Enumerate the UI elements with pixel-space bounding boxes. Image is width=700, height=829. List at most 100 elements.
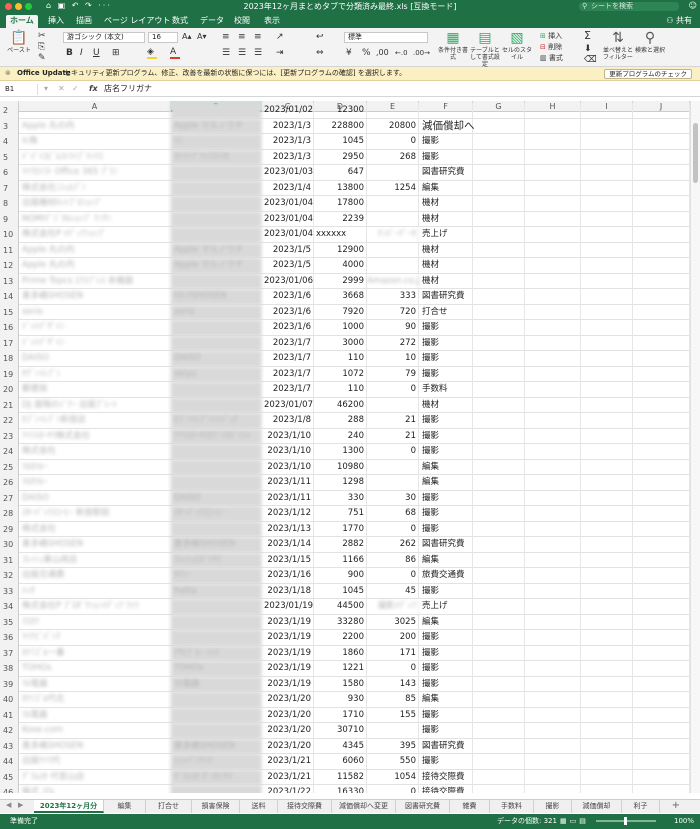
cell-amount[interactable]: 1221 [314,661,367,677]
empty-cell[interactable] [525,227,581,243]
empty-cell[interactable] [473,754,525,770]
cell-amount[interactable]: 12300 [314,103,367,119]
row-header[interactable]: 11 [0,242,19,258]
empty-cell[interactable] [581,769,633,785]
empty-cell[interactable] [525,351,581,367]
tab-home[interactable]: ホーム [6,15,38,28]
empty-cell[interactable] [633,320,690,336]
cell-date[interactable]: 2023/1/3 [262,118,314,134]
cell-date[interactable]: 2023/1/7 [262,351,314,367]
empty-cell[interactable] [473,645,525,661]
empty-cell[interactable] [473,552,525,568]
empty-cell[interactable] [473,614,525,630]
cell-store-furigana[interactable]: Apple マルノウチ [171,258,262,274]
empty-cell[interactable] [525,134,581,150]
cell-date[interactable]: 2023/1/19 [262,645,314,661]
cell-amount[interactable]: 1045 [314,134,367,150]
cell-category[interactable]: 接待交際費 [419,769,473,785]
cell-category[interactable]: 撮影 [419,413,473,429]
cell-amount[interactable]: 2882 [314,537,367,553]
row-header[interactable]: 29 [0,521,19,537]
empty-cell[interactable] [525,614,581,630]
cell-store-name[interactable]: ｶﾅﾐｺﾞﾙ代北 [19,692,171,708]
empty-cell[interactable] [473,320,525,336]
bold-icon[interactable]: B [66,48,73,58]
empty-cell[interactable] [473,242,525,258]
cell-amount[interactable]: 1710 [314,707,367,723]
cell-store-furigana[interactable] [171,785,262,793]
cell-store-name[interactable]: 株式会社P ﾒﾃﾞｨｱｼｮｯﾌﾟ [19,227,171,243]
empty-cell[interactable] [473,351,525,367]
empty-cell[interactable] [581,661,633,677]
row-header[interactable]: 13 [0,273,19,289]
empty-cell[interactable] [581,552,633,568]
row-header[interactable]: 38 [0,661,19,677]
cell-date[interactable]: 2023/1/5 [262,258,314,274]
row-header[interactable]: 18 [0,351,19,367]
cell-store-furigana[interactable]: serio [171,304,262,320]
cell-date[interactable]: 2023/1/13 [262,521,314,537]
cell-store-name[interactable]: ｾｳﾞﾝｲﾚﾌﾞﾝ [19,366,171,382]
row-header[interactable]: 4 [0,134,19,150]
sheet-tab[interactable]: 損害保険 [192,800,240,813]
empty-cell[interactable] [473,134,525,150]
cell-store-furigana[interactable] [171,692,262,708]
cell-date[interactable]: 2023/1/14 [262,537,314,553]
cell-amount[interactable]: 7920 [314,304,367,320]
empty-cell[interactable] [473,227,525,243]
cell-store-furigana[interactable] [171,397,262,413]
cell-store-furigana[interactable] [171,382,262,398]
cell-category[interactable]: 機材 [419,242,473,258]
empty-cell[interactable] [473,103,525,119]
cell-amount[interactable]: 10980 [314,459,367,475]
empty-cell[interactable] [581,521,633,537]
empty-cell[interactable] [525,723,581,739]
row-header[interactable]: 3 [0,118,19,134]
empty-cell[interactable] [633,599,690,615]
cell-tax[interactable] [367,475,419,491]
empty-cell[interactable] [525,692,581,708]
cell-store-name[interactable]: 株式会社ﾆｼｪﾙﾌﾞﾝ [19,180,171,196]
row-header[interactable]: 41 [0,707,19,723]
empty-cell[interactable] [473,382,525,398]
cell-store-name[interactable]: ﾊｯﾀ [19,583,171,599]
page-break-view-icon[interactable]: ▤ [579,817,589,825]
empty-cell[interactable] [633,583,690,599]
cell-amount[interactable]: 11582 [314,769,367,785]
empty-cell[interactable] [633,180,690,196]
cell-date[interactable]: 2023/01/04 [262,211,314,227]
empty-cell[interactable] [633,242,690,258]
normal-view-icon[interactable]: ▦ [560,817,570,825]
cell-store-furigana[interactable] [171,180,262,196]
tab-formulas[interactable]: 数式 [168,15,192,28]
empty-cell[interactable] [633,475,690,491]
share-button[interactable]: ⚇ 共有 [666,15,692,26]
number-format-select[interactable]: 標準 [344,32,428,43]
row-header[interactable]: 39 [0,676,19,692]
cell-category[interactable]: 撮影 [419,645,473,661]
empty-cell[interactable] [525,180,581,196]
cell-store-name[interactable]: Ic株 [19,134,171,150]
cut-icon[interactable]: ✂ [38,31,46,41]
cell-store-name[interactable]: TOHOs [19,661,171,677]
cell-category[interactable]: 編集 [419,180,473,196]
empty-cell[interactable] [525,428,581,444]
sheet-tab[interactable]: 利子 [622,800,660,813]
orientation-icon[interactable]: ↗ [276,32,284,42]
empty-cell[interactable] [581,645,633,661]
empty-cell[interactable] [633,769,690,785]
cell-store-name[interactable]: serio [19,304,171,320]
cell-amount[interactable]: 17800 [314,196,367,212]
cell-category[interactable]: 図書研究費 [419,537,473,553]
empty-cell[interactable] [633,661,690,677]
empty-cell[interactable] [581,351,633,367]
tab-insert[interactable]: 挿入 [44,15,68,28]
row-header[interactable]: 40 [0,692,19,708]
cell-tax[interactable]: 20800 [367,118,419,134]
empty-cell[interactable] [633,428,690,444]
cell-category[interactable]: 撮影 [419,506,473,522]
fill-color-icon[interactable]: ◈ [147,47,157,59]
cell-date[interactable]: 2023/1/20 [262,692,314,708]
cell-store-name[interactable]: ﾏﾙ電器 [19,707,171,723]
cell-store-furigana[interactable]: DAISO [171,490,262,506]
